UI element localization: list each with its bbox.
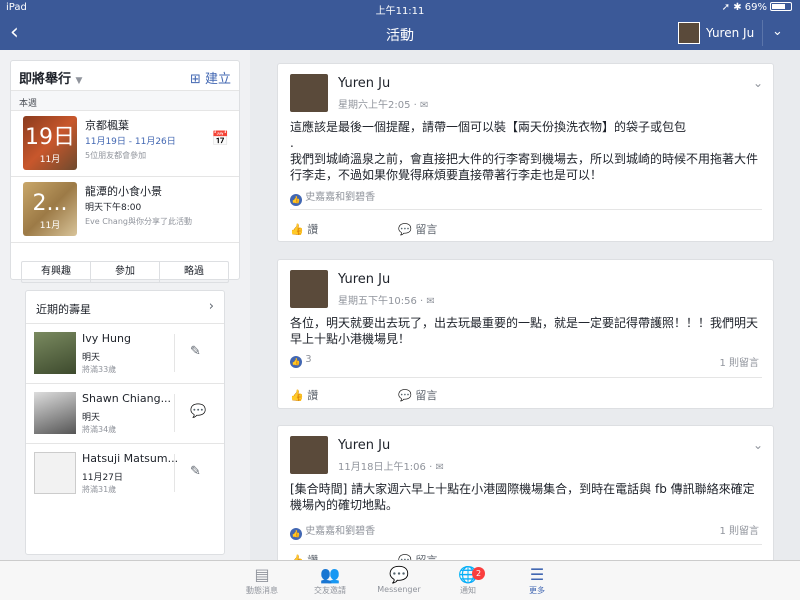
- comment-count[interactable]: 1 則留言: [719, 354, 759, 369]
- battery-icon: [770, 2, 792, 11]
- birthday-item[interactable]: Ivy Hung 明天 將滿33歲 ✎: [26, 323, 224, 381]
- tab-more[interactable]: ☰ 更多: [507, 565, 567, 596]
- chevron-down-icon[interactable]: ⌄: [753, 76, 763, 90]
- like-icon: 👍: [290, 194, 302, 206]
- user-name[interactable]: Yuren Ju: [706, 26, 754, 40]
- like-icon: 👍: [290, 356, 302, 368]
- tab-messenger[interactable]: 💬 Messenger: [369, 565, 429, 594]
- battery-percent: 69%: [744, 2, 767, 13]
- menu-icon: ☰: [529, 565, 545, 584]
- birthday-age: 將滿31歲: [82, 485, 117, 494]
- event-item[interactable]: 2... 11月 龍潭的小食小景 明天下午8:00 Eve Chang與你分享了此…: [11, 177, 239, 243]
- going-button[interactable]: 參加: [91, 262, 160, 282]
- tab-friend-requests[interactable]: 👥 交友邀請: [300, 565, 360, 596]
- notification-badge: 2: [472, 567, 485, 580]
- week-label: 本週: [11, 91, 239, 111]
- post-body: 各位，明天就要出去玩了，出去玩最重要的一點，就是一定要記得帶護照！！！我們明天早…: [290, 316, 759, 346]
- status-bar: iPad 上午11:11 ➚ ✱ 69%: [0, 0, 800, 17]
- event-thumbnail: 19日 11月: [23, 116, 77, 170]
- avatar[interactable]: [678, 22, 700, 44]
- avatar: [34, 392, 76, 434]
- skip-button[interactable]: 略過: [160, 262, 228, 282]
- post: Yuren Ju 星期五下午10:56 · ✉ 各位，明天就要出去玩了，出去玩最…: [277, 259, 774, 409]
- left-column: 即將舉行 ▼ ⊞ 建立 本週 19日 11月 京都楓葉 11月19日 - 11月2…: [0, 50, 250, 560]
- birthday-date: 明天: [82, 353, 101, 363]
- globe-icon: 🌐: [458, 565, 478, 584]
- create-event-button[interactable]: ⊞ 建立: [190, 68, 231, 87]
- like-button[interactable]: 👍 讚: [290, 223, 358, 236]
- comment-button[interactable]: 💬 留言: [398, 223, 477, 236]
- birthdays-title[interactable]: 近期的壽星: [36, 301, 91, 317]
- chevron-down-icon[interactable]: ⌄: [753, 438, 763, 452]
- chevron-down-icon[interactable]: ⌄: [772, 24, 783, 39]
- post-body: 這應該是最後一個提醒，請帶一個可以裝【兩天份換洗衣物】的袋子或包包 . 我們到城…: [290, 120, 759, 182]
- post: Yuren Ju 11月18日上午1:06 · ✉ ⌄ [集合時間] 請大家週六…: [277, 425, 774, 567]
- tab-news-feed[interactable]: ▤ 動態消息: [232, 565, 292, 596]
- event-subtitle: 5位朋友都會參加: [85, 151, 147, 160]
- post-time[interactable]: 11月18日上午1:06 · ✉: [338, 458, 444, 473]
- birthday-date: 11月27日: [82, 473, 123, 483]
- upcoming-events-card: 即將舉行 ▼ ⊞ 建立 本週 19日 11月 京都楓葉 11月19日 - 11月2…: [10, 60, 240, 283]
- post-time[interactable]: 星期五下午10:56 · ✉: [338, 292, 435, 307]
- post-time[interactable]: 星期六上午2:05 · ✉: [338, 96, 428, 111]
- event-date: 明天下午8:00: [85, 203, 142, 213]
- messenger-icon: 💬: [389, 565, 409, 584]
- chevron-down-icon: ▼: [75, 76, 83, 86]
- birthday-age: 將滿34歲: [82, 425, 117, 434]
- like-button[interactable]: 👍 讚: [290, 389, 358, 402]
- person-name: Ivy Hung: [82, 332, 131, 345]
- rsvp-buttons: 有興趣 參加 略過: [21, 261, 229, 283]
- avatar: [34, 452, 76, 494]
- news-feed-icon: ▤: [254, 565, 270, 584]
- person-name: Shawn Chiang...: [82, 392, 172, 405]
- post-body: [集合時間] 請大家週六早上十點在小港國際機場集合，到時在電話與 fb 傳訊聯絡…: [290, 482, 755, 512]
- birthday-date: 明天: [82, 413, 101, 423]
- post-likes[interactable]: 👍 史嘉嘉和劉碧香: [290, 188, 375, 206]
- calendar-icon[interactable]: 📅: [212, 131, 229, 147]
- compose-icon[interactable]: ✎: [190, 344, 201, 359]
- birthdays-card: 近期的壽星 › Ivy Hung 明天 將滿33歲 ✎ Shawn Chiang…: [25, 290, 225, 555]
- event-name: 京都楓葉: [85, 119, 129, 132]
- post-author[interactable]: Yuren Ju: [338, 272, 390, 287]
- battery-status: ➚ ✱ 69%: [722, 2, 792, 13]
- event-subtitle: Eve Chang與你分享了此活動: [85, 217, 192, 226]
- like-icon: 👍: [290, 528, 302, 540]
- post-likes[interactable]: 👍 3: [290, 354, 312, 368]
- calendar-plus-icon: ⊞: [189, 72, 201, 87]
- birthday-item[interactable]: Shawn Chiang... 明天 將滿34歲 💬: [26, 383, 224, 441]
- chevron-right-icon[interactable]: ›: [209, 299, 214, 314]
- top-nav: ‹ 活動 Yuren Ju ⌄: [0, 16, 800, 50]
- birthday-item[interactable]: Hatsuji Matsum... 11月27日 將滿31歲 ✎: [26, 443, 224, 501]
- event-date: 11月19日 - 11月26日: [85, 137, 176, 147]
- compose-icon[interactable]: ✎: [190, 464, 201, 479]
- post-likes[interactable]: 👍 史嘉嘉和劉碧香: [290, 522, 375, 540]
- post-author[interactable]: Yuren Ju: [338, 76, 390, 91]
- divider: [762, 20, 763, 46]
- tab-notifications[interactable]: 🌐 通知 2: [438, 565, 498, 596]
- messenger-icon[interactable]: 💬: [190, 404, 206, 419]
- comment-count[interactable]: 1 則留言: [719, 522, 759, 537]
- upcoming-title[interactable]: 即將舉行 ▼: [19, 68, 82, 87]
- friend-requests-icon: 👥: [320, 565, 340, 584]
- comment-button[interactable]: 💬 留言: [398, 389, 477, 402]
- tab-bar: ▤ 動態消息 👥 交友邀請 💬 Messenger 🌐 通知 2 ☰ 更多: [0, 560, 800, 600]
- post: Yuren Ju 星期六上午2:05 · ✉ ⌄ 這應該是最後一個提醒，請帶一個…: [277, 63, 774, 242]
- upcoming-header: 即將舉行 ▼ ⊞ 建立: [11, 61, 239, 91]
- interested-button[interactable]: 有興趣: [22, 262, 91, 282]
- avatar[interactable]: [290, 436, 328, 474]
- event-name: 龍潭的小食小景: [85, 185, 162, 198]
- birthday-age: 將滿33歲: [82, 365, 117, 374]
- avatar[interactable]: [290, 270, 328, 308]
- clock: 上午11:11: [375, 6, 425, 17]
- post-author[interactable]: Yuren Ju: [338, 438, 390, 453]
- avatar[interactable]: [290, 74, 328, 112]
- avatar: [34, 332, 76, 374]
- event-item[interactable]: 19日 11月 京都楓葉 11月19日 - 11月26日 5位朋友都會參加 📅: [11, 111, 239, 177]
- event-thumbnail: 2... 11月: [23, 182, 77, 236]
- person-name: Hatsuji Matsum...: [82, 452, 179, 465]
